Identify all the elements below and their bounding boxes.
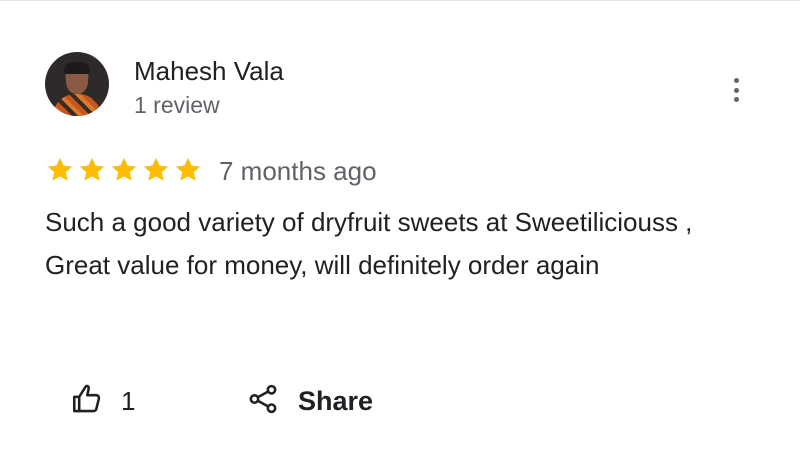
avatar[interactable]: [45, 52, 109, 116]
star-rating: [45, 153, 203, 187]
star-icon: [111, 157, 137, 181]
avatar-hair: [64, 62, 90, 74]
more-options-icon[interactable]: [722, 75, 750, 105]
star-icon: [175, 157, 201, 181]
more-dot: [733, 78, 739, 83]
star-icon: [79, 157, 105, 181]
reviewer-name[interactable]: Mahesh Vala: [134, 56, 284, 87]
reviewer-review-count: 1 review: [134, 92, 220, 118]
more-dot: [733, 87, 739, 93]
star-icon: [143, 157, 169, 181]
avatar-shirt: [53, 94, 101, 116]
review-card: Mahesh Vala 1 review 7 months ago Such a…: [0, 0, 800, 466]
share-icon: [246, 382, 280, 421]
review-time: 7 months ago: [219, 156, 377, 186]
share-label: Share: [298, 385, 374, 416]
more-dot: [733, 97, 739, 102]
share-button[interactable]: Share: [246, 381, 373, 421]
thumbs-up-icon: [70, 382, 104, 421]
star-icon: [47, 157, 73, 181]
review-text: Such a good variety of dryfruit sweets a…: [45, 207, 693, 280]
like-count: 1: [121, 385, 136, 416]
like-button[interactable]: 1: [70, 381, 135, 421]
